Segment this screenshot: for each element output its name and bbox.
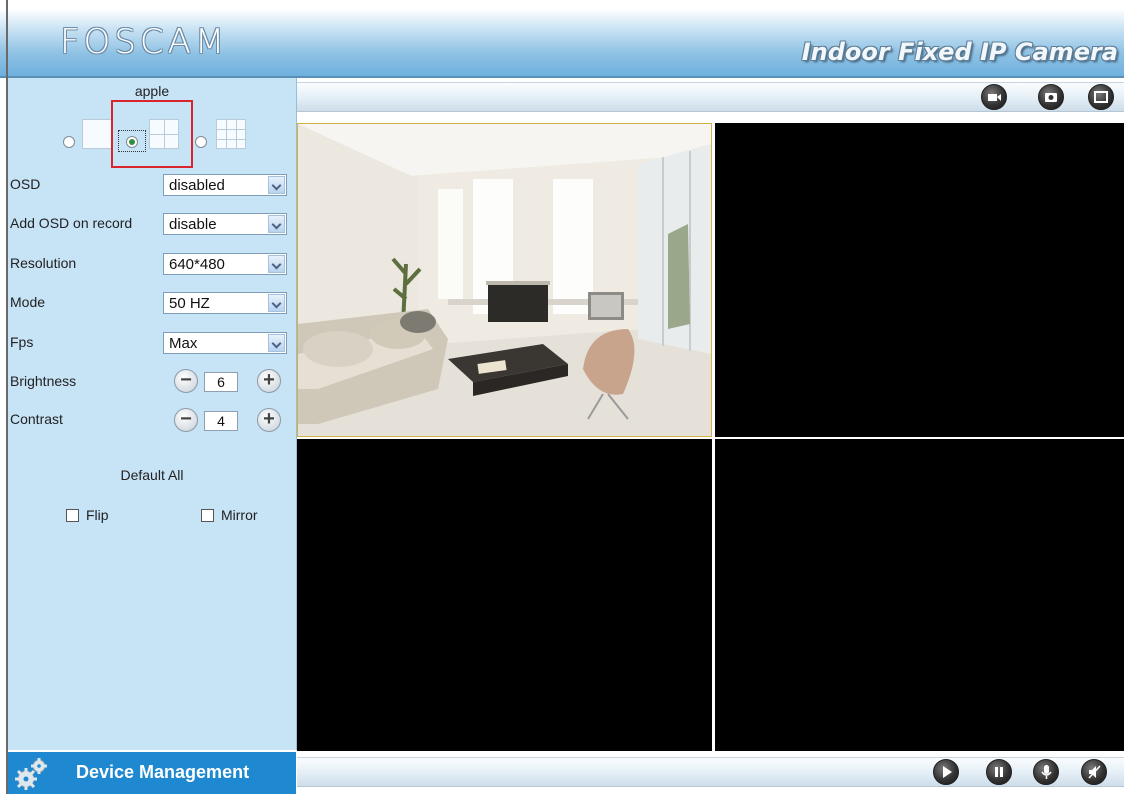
resolution-label: Resolution <box>10 255 77 271</box>
fps-label: Fps <box>10 334 34 350</box>
mode-select[interactable]: 50 HZ <box>163 292 287 314</box>
video-tile-2[interactable] <box>715 123 1124 437</box>
flip-label: Flip <box>86 507 109 523</box>
add-osd-on-record-value: disable <box>169 216 217 233</box>
left-control-panel: apple OSD disabled Add OSD on record dis… <box>8 78 297 750</box>
osd-value: disabled <box>169 177 225 194</box>
fps-select[interactable]: Max <box>163 332 287 354</box>
record-icon <box>988 94 1001 101</box>
video-tile-3[interactable] <box>297 439 712 751</box>
fullscreen-icon <box>1094 91 1108 103</box>
layout-nine-radio[interactable] <box>195 136 207 148</box>
audio-button[interactable] <box>1081 759 1107 785</box>
snapshot-button[interactable] <box>1038 84 1064 110</box>
pause-button[interactable] <box>986 759 1012 785</box>
play-icon <box>943 766 952 778</box>
chevron-down-icon[interactable] <box>268 294 285 312</box>
resolution-value: 640*480 <box>169 256 225 273</box>
osd-label: OSD <box>10 176 41 192</box>
osd-select[interactable]: disabled <box>163 174 287 196</box>
chevron-down-icon[interactable] <box>268 215 285 233</box>
add-osd-on-record-select[interactable]: disable <box>163 213 287 235</box>
nine-view-icon[interactable] <box>216 119 246 149</box>
talk-button[interactable] <box>1033 759 1059 785</box>
chevron-down-icon[interactable] <box>268 176 285 194</box>
resolution-select[interactable]: 640*480 <box>163 253 287 275</box>
default-all-button[interactable]: Default All <box>8 467 296 483</box>
video-tile-4[interactable] <box>715 439 1124 751</box>
single-view-icon[interactable] <box>82 119 112 149</box>
device-name: apple <box>134 83 170 99</box>
talk-icon <box>1041 765 1052 779</box>
header-banner: FOSCAM Indoor Fixed IP Camera <box>0 0 1124 78</box>
brightness-minus-button[interactable]: − <box>174 369 198 393</box>
mode-value: 50 HZ <box>169 295 210 312</box>
gear-icon <box>15 758 47 790</box>
audio-icon <box>1088 765 1101 779</box>
pause-icon <box>995 767 1003 777</box>
flip-checkbox[interactable] <box>66 509 79 522</box>
contrast-plus-button[interactable]: + <box>257 408 281 432</box>
room-camera-feed <box>298 124 711 436</box>
fullscreen-button[interactable] <box>1088 84 1114 110</box>
fps-value: Max <box>169 335 198 352</box>
snapshot-icon <box>1045 93 1057 102</box>
play-button[interactable] <box>933 759 959 785</box>
chevron-down-icon[interactable] <box>268 334 285 352</box>
layout-single-radio[interactable] <box>63 136 75 148</box>
device-management-button[interactable]: Device Management <box>8 752 296 794</box>
video-tile-1[interactable] <box>297 123 712 437</box>
add-osd-on-record-label: Add OSD on record <box>10 215 133 231</box>
brightness-plus-button[interactable]: + <box>257 369 281 393</box>
mirror-checkbox[interactable] <box>201 509 214 522</box>
foscam-logo: FOSCAM <box>60 22 229 62</box>
highlight-box <box>111 100 193 168</box>
contrast-value[interactable]: 4 <box>204 411 238 431</box>
contrast-label: Contrast <box>10 411 63 427</box>
device-management-label: Device Management <box>76 762 250 782</box>
chevron-down-icon[interactable] <box>268 255 285 273</box>
mode-label: Mode <box>10 294 46 310</box>
record-button[interactable] <box>981 84 1007 110</box>
brightness-value[interactable]: 6 <box>204 372 238 392</box>
viewer-top-toolbar <box>297 82 1124 112</box>
brightness-label: Brightness <box>10 373 77 389</box>
video-grid <box>297 121 1124 751</box>
viewer-bottom-toolbar <box>297 757 1124 787</box>
contrast-minus-button[interactable]: − <box>174 408 198 432</box>
mirror-label: Mirror <box>221 507 258 523</box>
product-title: Indoor Fixed IP Camera <box>801 38 1118 66</box>
